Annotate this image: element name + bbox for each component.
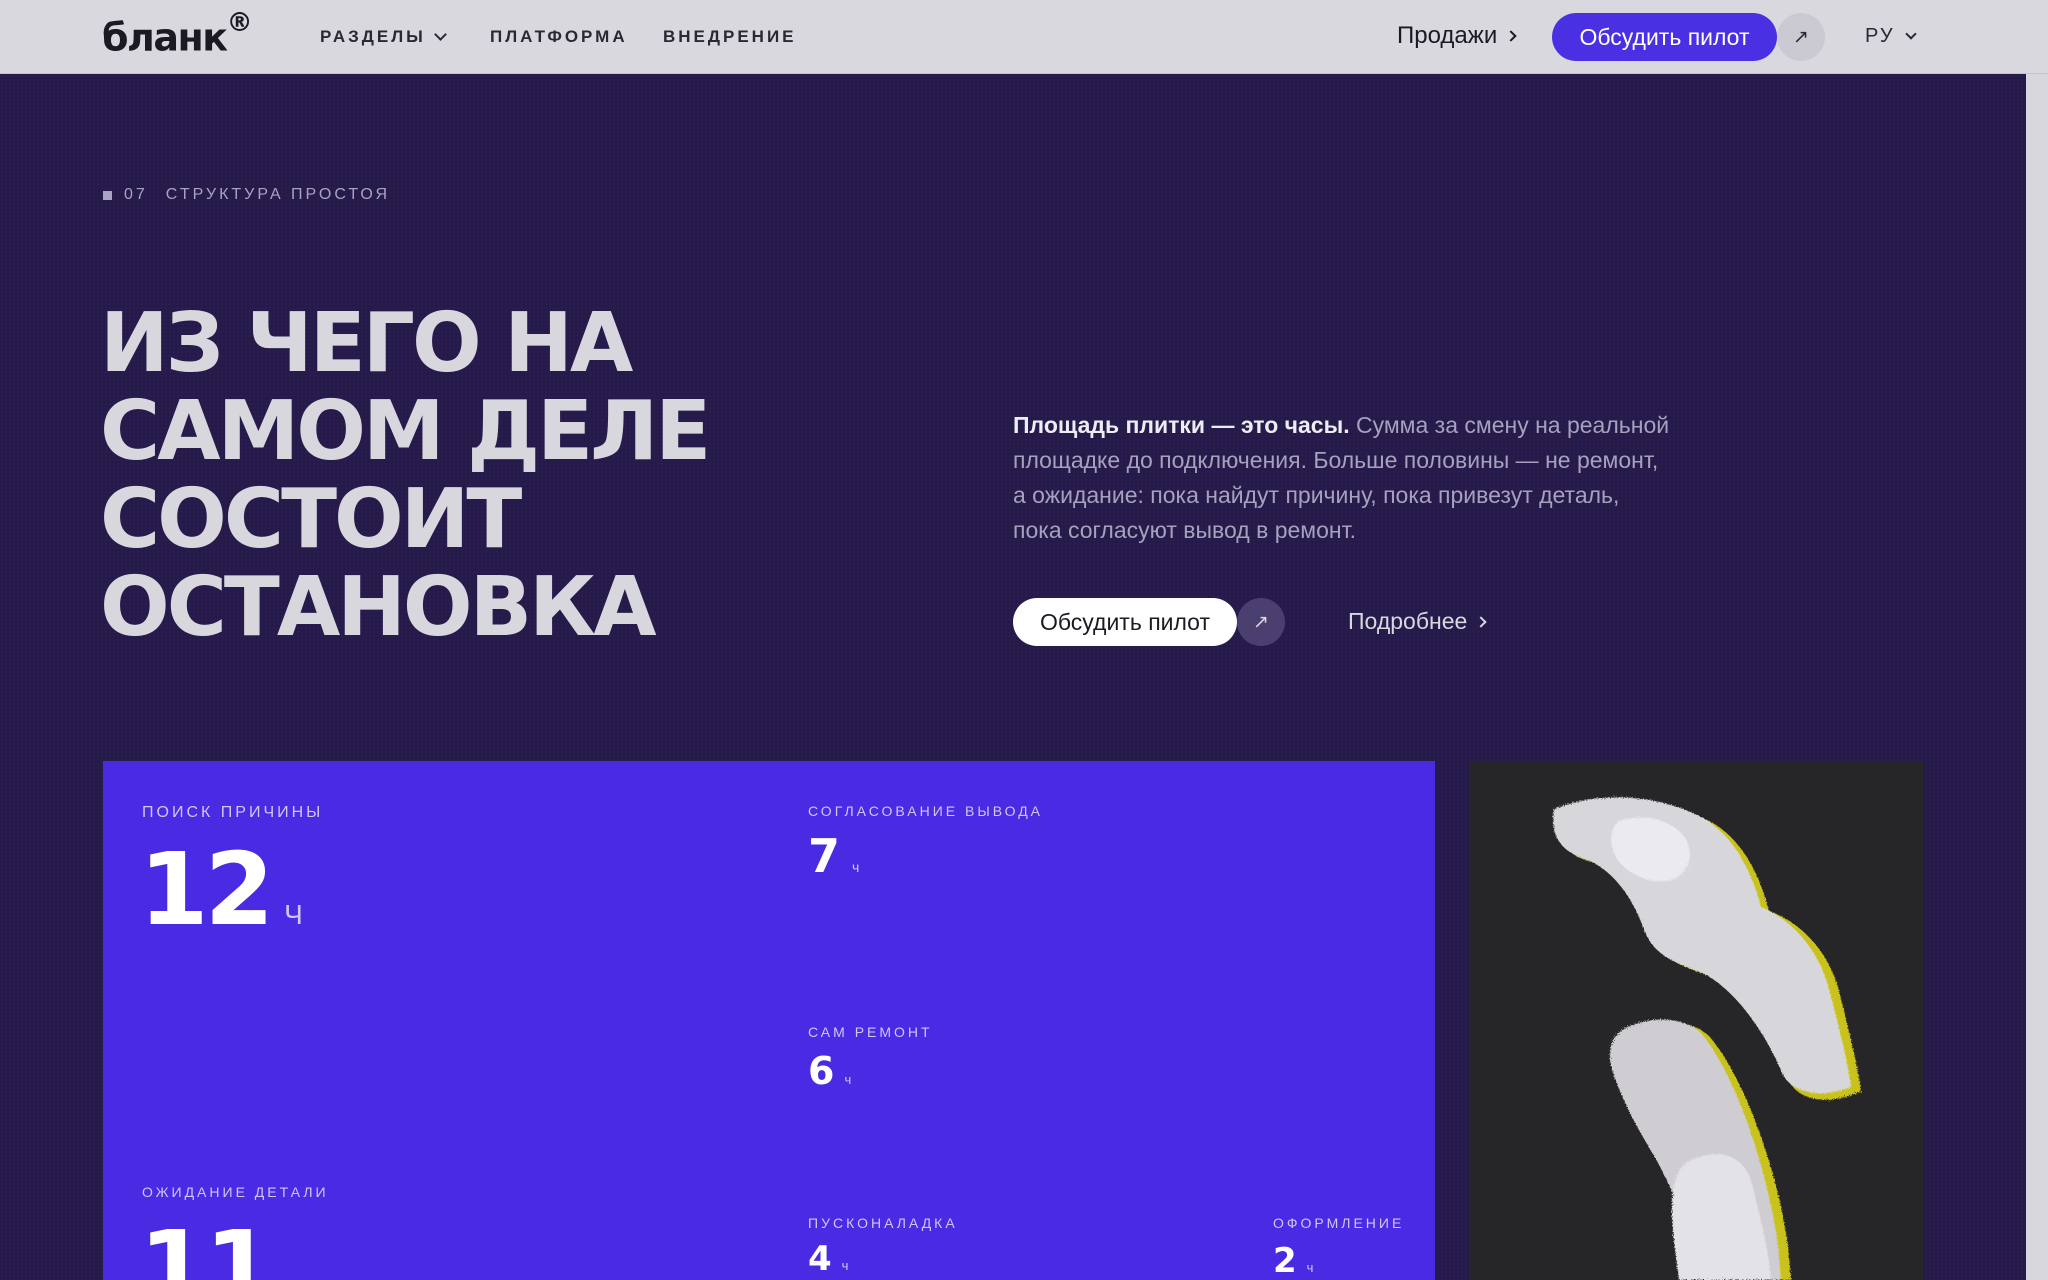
headline-line: СОСТОИТ: [100, 472, 522, 567]
nav-sections[interactable]: РАЗДЕЛЫ: [320, 27, 447, 47]
nav-platform[interactable]: ПЛАТФОРМА: [490, 27, 628, 47]
scrollbar-track[interactable]: [2026, 74, 2048, 1280]
nav-deploy[interactable]: ВНЕДРЕНИЕ: [663, 27, 797, 47]
stat-unit: ч: [852, 859, 860, 875]
language-label: РУ: [1865, 25, 1895, 47]
chevron-right-icon: [1505, 30, 1517, 42]
stat-value: 2ч: [1273, 1241, 1313, 1280]
lead-emphasis: Площадь плитки — это часы.: [1013, 412, 1350, 438]
headline-line: ОСТАНОВКА: [100, 560, 657, 655]
chevron-down-icon: [433, 28, 447, 41]
stat-label: САМ РЕМОНТ: [808, 1024, 933, 1040]
stat-unit: ч: [841, 1258, 849, 1273]
stat-label: СОГЛАСОВАНИЕ ВЫВОДА: [808, 803, 1044, 819]
brush-stroke-image: [1553, 797, 1861, 1280]
section-number: 07: [124, 186, 148, 203]
language-selector[interactable]: РУ: [1865, 25, 1917, 48]
arrow-up-right-icon[interactable]: ↗: [1237, 598, 1285, 646]
stat-number: 12: [139, 831, 274, 948]
stat-unit: ч: [1306, 1260, 1314, 1275]
more-link[interactable]: Подробнее: [1348, 608, 1487, 635]
section-lead: Площадь плитки — это часы. Сумма за смен…: [1013, 408, 1673, 548]
header-pilot-button[interactable]: Обсудить пилот: [1552, 13, 1777, 61]
stat-label: ПОИСК ПРИЧИНЫ: [142, 804, 324, 821]
stat-label: ОЖИДАНИЕ ДЕТАЛИ: [142, 1184, 329, 1200]
stat-unit: ч: [844, 1072, 852, 1087]
headline-line: ИЗ ЧЕГО НА: [100, 296, 633, 391]
stat-value: 4ч: [808, 1239, 848, 1279]
chevron-down-icon: [1904, 28, 1917, 40]
site-header: бланк® РАЗДЕЛЫ ПЛАТФОРМА ВНЕДРЕНИЕ Прода…: [0, 0, 2048, 74]
stat-value: 7ч: [808, 829, 859, 883]
stat-number: 6: [808, 1049, 835, 1093]
stat-value: 6ч: [808, 1049, 851, 1093]
discuss-pilot-button[interactable]: Обсудить пилот: [1013, 598, 1237, 646]
stat-number: 2: [1273, 1241, 1297, 1280]
stat-label: ОФОРМЛЕНИЕ: [1273, 1215, 1405, 1231]
section-label: СТРУКТУРА ПРОСТОЯ: [165, 186, 391, 203]
section-headline: ИЗ ЧЕГО НА САМОМ ДЕЛЕ СОСТОИТ ОСТАНОВКА: [100, 300, 860, 652]
stat-label: ПУСКОНАЛАДКА: [808, 1215, 958, 1231]
stat-value: 12 Ч: [139, 831, 303, 948]
square-bullet-icon: [103, 190, 112, 200]
sales-link[interactable]: Продажи: [1397, 22, 1517, 50]
logo[interactable]: бланк®: [102, 8, 253, 60]
headline-line: САМОМ ДЕЛЕ: [100, 384, 711, 479]
nav-sections-label: РАЗДЕЛЫ: [320, 27, 426, 46]
chevron-right-icon: [1475, 615, 1487, 628]
stat-number: 4: [808, 1239, 832, 1279]
stat-unit: Ч: [284, 899, 303, 930]
stat-value: 11Ч: [139, 1209, 303, 1280]
brush-stroke-artwork: [1469, 761, 1923, 1280]
arrow-up-right-icon[interactable]: ↗: [1777, 13, 1825, 61]
stat-number: 11: [139, 1209, 274, 1280]
section-eyebrow: 07 СТРУКТУРА ПРОСТОЯ: [103, 186, 390, 204]
more-label: Подробнее: [1348, 608, 1468, 634]
stat-number: 7: [808, 829, 841, 883]
downtime-breakdown-panel: ПОИСК ПРИЧИНЫ 12 Ч СОГЛАСОВАНИЕ ВЫВОДА 7ч…: [103, 761, 1435, 1280]
sales-label: Продажи: [1397, 22, 1498, 49]
